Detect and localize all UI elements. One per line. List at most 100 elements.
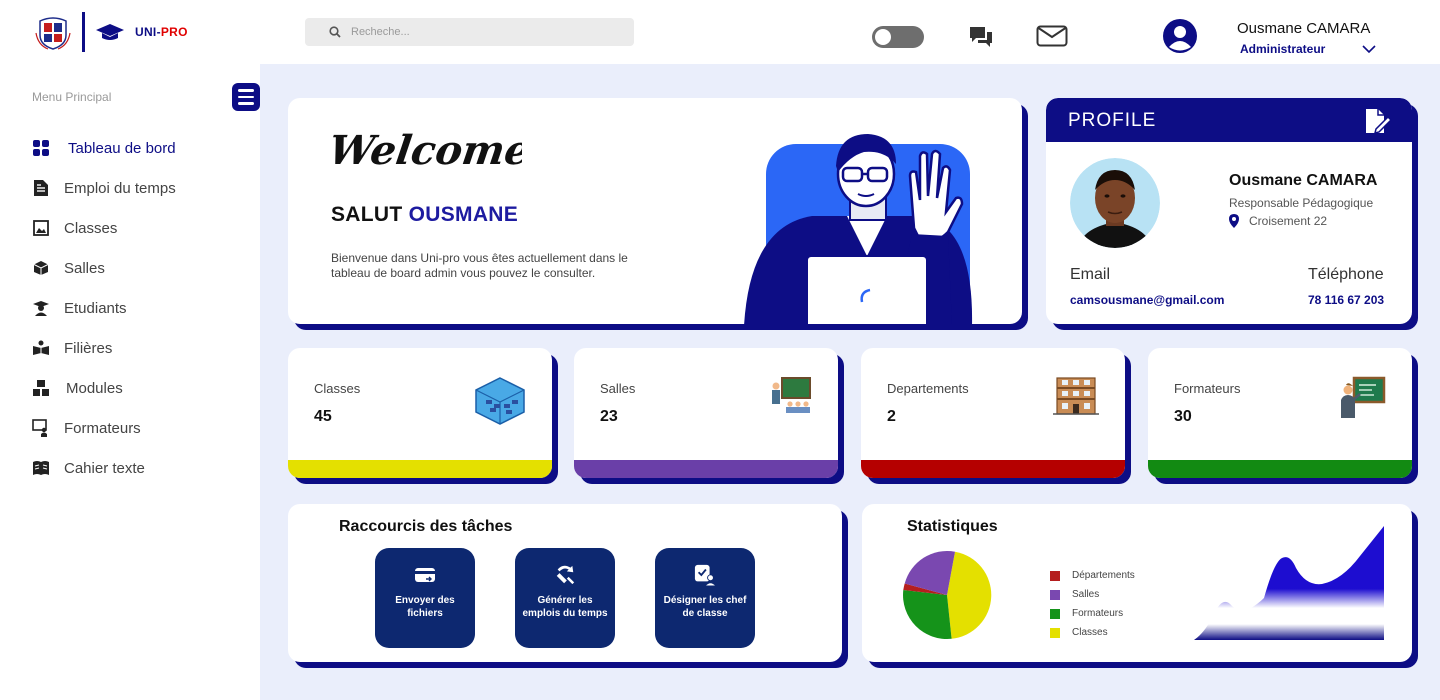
sidebar-item-tableau-de-bord[interactable]: Tableau de bord [32,128,176,168]
generate-icon [556,565,575,585]
sidebar-item-cahier-texte[interactable]: Cahier texte [32,448,176,488]
welcome-heading: Welcome! [332,127,522,174]
book-reader-icon [32,339,50,357]
sidebar: Menu Principal Tableau de bord Emploi du… [0,64,260,700]
profile-header: PROFILE [1046,98,1412,142]
send-file-icon [415,568,435,582]
sidebar-item-filieres[interactable]: Filières [32,328,176,368]
greeting-name: OUSMANE [408,203,519,226]
brand[interactable]: UNI-PRO [34,12,188,52]
mail-icon[interactable] [1036,24,1068,48]
area-chart [1194,526,1384,640]
stat-color-bar [288,460,552,478]
stat-value: 2 [887,408,896,425]
sidebar-item-label: Salles [64,259,105,277]
lecture-room-icon [772,377,811,413]
sidebar-item-modules[interactable]: Modules [32,368,176,408]
sidebar-item-emploi-du-temps[interactable]: Emploi du temps [32,168,176,208]
brand-name-uni: UNI- [135,25,161,39]
theme-toggle[interactable] [872,26,924,48]
profile-card: PROFILE Ousmane CAMARA Responsable Pédag… [1046,98,1412,324]
stat-value: 23 [600,408,618,425]
building-icon [1053,377,1099,415]
welcome-card: Welcome! SALUT OUSMANE Bienvenue dans Un… [288,98,1022,324]
graduation-cap-icon [96,24,124,40]
statistics-card: Statistiques Départements Salles Formate… [862,504,1412,662]
search-bar[interactable] [305,18,634,46]
sidebar-item-label: Classes [64,219,118,237]
classroom-3d-icon [475,377,525,425]
sidebar-item-etudiants[interactable]: Etudiants [32,288,176,328]
chat-icon[interactable] [968,24,994,48]
legend-item: Classes [1050,623,1135,642]
brand-name-pro: PRO [160,25,188,39]
document-icon [32,179,50,197]
sidebar-item-label: Tableau de bord [68,139,176,157]
sidebar-item-classes[interactable]: Classes [32,208,176,248]
top-bar: UNI-PRO Ousmane CAMARA Administrateur [0,0,1440,64]
crest-logo-icon [35,17,71,50]
assign-class-leader-button[interactable]: Désigner les chef de classe [655,548,755,648]
legend-label: Salles [1072,589,1100,600]
user-name: Ousmane CAMARA [1237,20,1371,37]
toggle-knob [875,29,891,45]
box-icon [32,259,50,277]
shortcut-label: Désigner les chef de classe [663,595,747,619]
brand-name: UNI-PRO [135,25,188,39]
stat-label: Salles [600,381,636,396]
main-content: Welcome! SALUT OUSMANE Bienvenue dans Un… [260,64,1440,700]
legend-swatch [1050,627,1060,638]
legend-label: Formateurs [1072,608,1124,619]
legend-item: Salles [1050,585,1135,604]
stat-card-classes[interactable]: Classes 45 [288,348,552,478]
sidebar-item-label: Etudiants [64,299,127,317]
sidebar-item-formateurs[interactable]: Formateurs [32,408,176,448]
legend-swatch [1050,589,1060,600]
sidebar-item-label: Cahier texte [64,459,145,477]
man-waving-illustration [744,134,972,324]
dashboard-icon [32,139,50,157]
sidebar-nav: Tableau de bord Emploi du temps Classes … [32,128,176,488]
profile-email[interactable]: camsousmane@gmail.com [1070,293,1224,307]
stat-label: Formateurs [1174,381,1241,396]
email-label: Email [1070,266,1111,283]
shortcuts-card: Raccourcis des tâches Envoyer des fichie… [288,504,842,662]
sidebar-item-label: Filières [64,339,113,357]
chevron-down-icon[interactable] [1362,44,1376,54]
pie-chart [903,550,992,640]
profile-location: Croisement 22 [1229,214,1327,228]
statistics-title: Statistiques [907,518,998,535]
chart-legend: Départements Salles Formateurs Classes [1050,566,1135,642]
sidebar-item-salles[interactable]: Salles [32,248,176,288]
menu-toggle-button[interactable] [232,83,260,111]
search-icon [329,26,341,38]
send-files-button[interactable]: Envoyer des fichiers [375,548,475,648]
phone-label: Téléphone [1308,266,1384,283]
sidebar-item-label: Emploi du temps [64,179,176,197]
profile-title: PROFILE [1068,110,1157,131]
user-avatar-icon[interactable] [1162,18,1198,54]
profile-role: Responsable Pédagogique [1229,196,1374,210]
sidebar-item-label: Formateurs [64,419,141,437]
stat-card-departements[interactable]: Departements 2 [861,348,1125,478]
shortcut-label: Générer les emplois du temps [522,595,608,619]
legend-swatch [1050,608,1060,619]
open-book-icon [32,459,50,477]
greeting-text: SALUT [331,203,403,226]
profile-name: Ousmane CAMARA [1229,172,1378,189]
stat-card-salles[interactable]: Salles 23 [574,348,838,478]
legend-label: Classes [1072,627,1108,638]
search-input[interactable] [351,26,621,38]
stat-card-formateurs[interactable]: Formateurs 30 [1148,348,1412,478]
classroom-icon [32,219,50,237]
legend-item: Formateurs [1050,604,1135,623]
menu-title: Menu Principal [32,90,112,104]
sidebar-item-label: Modules [66,379,123,397]
stat-color-bar [574,460,838,478]
greeting: SALUT OUSMANE [331,203,518,227]
shortcut-label: Envoyer des fichiers [395,595,455,619]
generate-schedules-button[interactable]: Générer les emplois du temps [515,548,615,648]
legend-swatch [1050,570,1060,581]
edit-profile-icon[interactable] [1362,107,1392,135]
brand-divider [82,12,85,52]
